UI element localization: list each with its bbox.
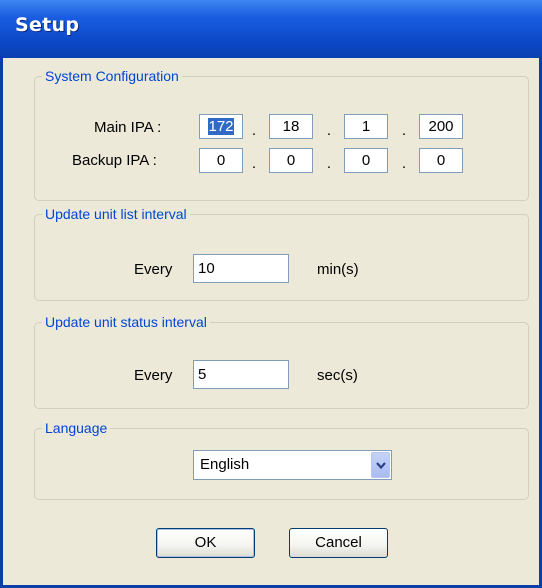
update-unit-status-legend: Update unit status interval [45, 314, 207, 330]
dialog-body: System Configuration Main IPA : 172 . 18… [3, 58, 539, 585]
update-status-interval-input[interactable]: 5 [193, 360, 289, 389]
title-bar[interactable]: Setup [0, 0, 542, 58]
ip-separator: . [326, 122, 332, 139]
backup-ipa-octet-3[interactable]: 0 [344, 148, 388, 173]
ip-separator: . [401, 122, 407, 139]
main-ipa-octet-1[interactable]: 172 [199, 114, 243, 139]
update-list-interval-input[interactable]: 10 [193, 254, 289, 283]
backup-ipa-label: Backup IPA : [72, 152, 157, 169]
setup-dialog: Setup System Configuration Main IPA : 17… [0, 0, 542, 588]
backup-ipa-octet-4[interactable]: 0 [419, 148, 463, 173]
main-ipa-octet-4[interactable]: 200 [419, 114, 463, 139]
update-unit-list-legend: Update unit list interval [45, 206, 187, 222]
language-select[interactable]: English [193, 450, 392, 480]
update-status-every-label: Every [134, 367, 173, 384]
ip-separator: . [326, 155, 332, 172]
ip-separator: . [251, 122, 257, 139]
window-title: Setup [15, 14, 80, 36]
update-list-unit-label: min(s) [317, 261, 359, 278]
ip-separator: . [401, 155, 407, 172]
backup-ipa-octet-1[interactable]: 0 [199, 148, 243, 173]
chevron-down-icon[interactable] [371, 452, 390, 478]
system-configuration-legend: System Configuration [45, 68, 179, 84]
main-ipa-octet-3[interactable]: 1 [344, 114, 388, 139]
update-list-every-label: Every [134, 261, 173, 278]
main-ipa-label: Main IPA : [94, 119, 162, 136]
ip-separator: . [251, 155, 257, 172]
cancel-button[interactable]: Cancel [289, 528, 388, 558]
language-selected-value: English [200, 456, 250, 473]
update-status-unit-label: sec(s) [317, 367, 358, 384]
backup-ipa-octet-2[interactable]: 0 [269, 148, 313, 173]
language-legend: Language [45, 420, 108, 436]
ok-button[interactable]: OK [156, 528, 255, 558]
main-ipa-octet-2[interactable]: 18 [269, 114, 313, 139]
